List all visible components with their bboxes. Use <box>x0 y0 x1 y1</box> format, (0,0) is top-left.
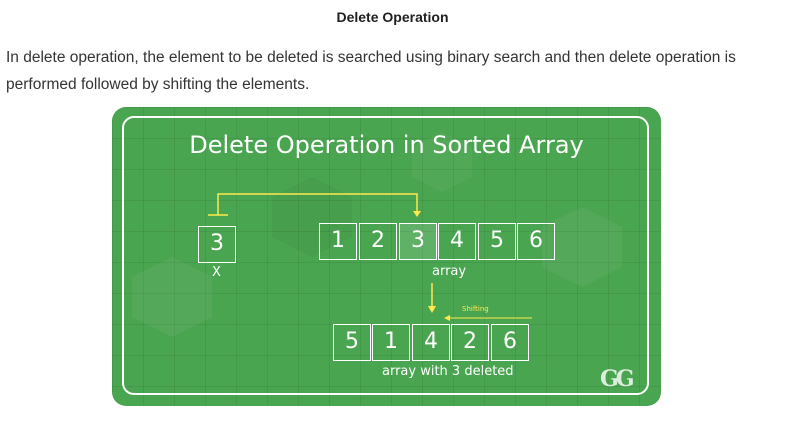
search-arrow <box>217 193 418 215</box>
search-arrowhead <box>413 211 421 217</box>
result-cell: 6 <box>491 324 529 361</box>
result-label: array with 3 deleted <box>382 364 514 379</box>
description-paragraph: In delete operation, the element to be d… <box>6 49 736 93</box>
array-cell: 6 <box>517 223 555 260</box>
shifting-label: Shifting <box>462 305 489 313</box>
array-label: array <box>432 264 467 279</box>
result-cell: 2 <box>451 324 489 361</box>
array-cell: 5 <box>478 223 516 260</box>
delete-operation-illustration: Delete Operation in Sorted Array 3 X 1 2… <box>112 107 661 406</box>
delete-arrowhead <box>428 306 436 313</box>
result-cell: 1 <box>372 324 410 361</box>
key-cell: 3 <box>198 226 236 263</box>
section-heading: Delete Operation <box>336 9 449 25</box>
key-label: X <box>212 265 221 280</box>
array-cell: 1 <box>319 223 357 260</box>
shifting-arrowhead <box>444 315 450 321</box>
array-cell-target: 3 <box>399 223 437 260</box>
array-cell: 4 <box>438 223 476 260</box>
array-cell: 2 <box>359 223 397 260</box>
result-cell: 4 <box>412 324 450 361</box>
geeksforgeeks-logo: GG <box>600 366 635 392</box>
result-cell: 5 <box>333 324 371 361</box>
